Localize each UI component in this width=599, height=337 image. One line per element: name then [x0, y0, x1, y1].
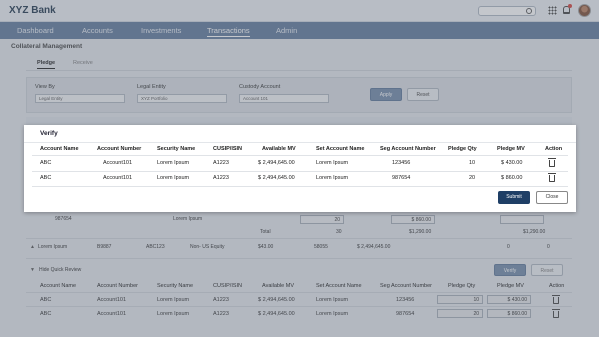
cell-pledge-qty: 20 [469, 175, 476, 181]
cell-account-number: Account101 [103, 175, 133, 181]
th-cusip: CUSIP/ISIN [213, 146, 243, 152]
trash-icon[interactable] [548, 158, 556, 167]
th-account-name: Account Name [40, 146, 79, 152]
header-divider [32, 155, 568, 156]
cell-set-account-name: Lorem Ipsum [316, 175, 349, 181]
cell-seg-account-number: 123456 [392, 160, 411, 166]
cell-account-number: Account101 [103, 160, 133, 166]
cell-available-mv: $ 2,494,645.00 [258, 175, 295, 181]
cell-account-name: ABC [40, 160, 52, 166]
cell-cusip: A1223 [213, 160, 229, 166]
cell-cusip: A1223 [213, 175, 229, 181]
th-pledge-mv: Pledge MV [497, 146, 525, 152]
cell-set-account-name: Lorem Ipsum [316, 160, 349, 166]
cell-seg-account-number: 987654 [392, 175, 411, 181]
th-account-number: Account Number [97, 146, 142, 152]
cell-available-mv: $ 2,494,645.00 [258, 160, 295, 166]
dialog-title-divider [24, 142, 576, 143]
cell-pledge-mv: $ 430.00 [501, 160, 523, 166]
th-set-account-name: Set Account Name [316, 146, 365, 152]
submit-button[interactable]: Submit [498, 191, 530, 204]
dialog-title: Verify [40, 130, 58, 137]
th-pledge-qty: Pledge Qty [448, 146, 477, 152]
th-seg-account-number: Seg Account Number [380, 146, 436, 152]
trash-icon[interactable] [548, 173, 556, 182]
th-available-mv: Available MV [262, 146, 296, 152]
cell-account-name: ABC [40, 175, 52, 181]
cell-pledge-mv: $ 860.00 [501, 175, 523, 181]
th-security-name: Security Name [157, 146, 196, 152]
verify-dialog: Verify Account Name Account Number Secur… [24, 125, 576, 212]
row-divider [32, 186, 568, 187]
cell-pledge-qty: 10 [469, 160, 476, 166]
row-divider [32, 171, 568, 172]
cell-security-name: Lorem Ipsum [157, 160, 190, 166]
cell-security-name: Lorem Ipsum [157, 175, 190, 181]
close-button[interactable]: Close [536, 191, 568, 204]
th-action: Action [545, 146, 563, 152]
